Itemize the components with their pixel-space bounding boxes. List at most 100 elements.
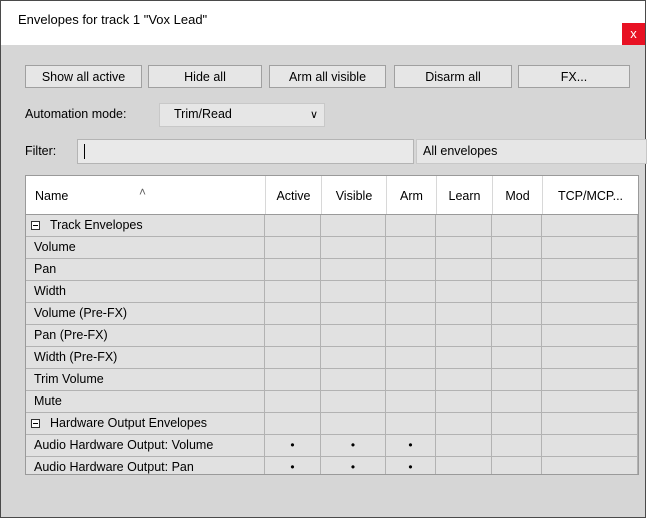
envelope-arm-cell[interactable]: • [386,457,436,474]
collapse-toggle-icon[interactable] [31,419,40,428]
envelope-learn-cell[interactable] [436,347,492,369]
table-row[interactable]: Volume [26,237,638,259]
table-row[interactable]: Width (Pre-FX) [26,347,638,369]
column-header-name[interactable]: Name ˄ [26,176,265,214]
envelope-visible-cell[interactable] [321,347,386,369]
group-row[interactable]: Hardware Output Envelopes [26,413,638,435]
table-row[interactable]: Audio Hardware Output: Volume • • • [26,435,638,457]
filter-scope-select[interactable]: All envelopes [416,139,647,164]
envelope-visible-cell[interactable] [321,303,386,325]
envelope-learn-cell[interactable] [436,391,492,413]
envelope-arm-cell[interactable] [386,347,436,369]
title-bar[interactable]: Envelopes for track 1 "Vox Lead" x [1,1,645,45]
filter-input[interactable] [77,139,414,164]
envelope-active-cell[interactable] [265,369,321,391]
envelope-visible-cell[interactable]: • [321,435,386,457]
envelope-mod-cell[interactable] [492,369,542,391]
envelope-active-cell[interactable] [265,259,321,281]
envelope-name-cell: Width (Pre-FX) [26,347,265,369]
envelope-learn-cell[interactable] [436,435,492,457]
envelope-visible-cell[interactable] [321,281,386,303]
envelope-name-cell: Mute [26,391,265,413]
envelope-tcp-cell[interactable] [542,325,638,347]
envelope-learn-cell[interactable] [436,457,492,474]
envelope-learn-cell[interactable] [436,369,492,391]
envelope-arm-cell[interactable] [386,369,436,391]
table-header: Name ˄ Active Visible Arm Learn Mod TCP/… [26,176,638,215]
envelope-mod-cell[interactable] [492,237,542,259]
column-header-learn[interactable]: Learn [436,176,492,214]
envelope-active-cell[interactable] [265,237,321,259]
envelope-mod-cell[interactable] [492,303,542,325]
envelope-tcp-cell[interactable] [542,435,638,457]
envelope-arm-cell[interactable] [386,259,436,281]
envelope-tcp-cell[interactable] [542,303,638,325]
envelope-visible-cell[interactable]: • [321,457,386,474]
envelope-active-cell[interactable] [265,391,321,413]
envelope-name: Pan [34,262,57,276]
envelope-tcp-cell[interactable] [542,281,638,303]
envelope-active-cell[interactable] [265,303,321,325]
group-arm-cell [386,413,436,435]
envelope-active-cell[interactable] [265,281,321,303]
collapse-toggle-icon[interactable] [31,221,40,230]
envelope-tcp-cell[interactable] [542,237,638,259]
envelope-visible-cell[interactable] [321,259,386,281]
table-row[interactable]: Trim Volume [26,369,638,391]
envelope-table[interactable]: Name ˄ Active Visible Arm Learn Mod TCP/… [25,175,639,475]
envelope-active-cell[interactable] [265,325,321,347]
envelope-arm-cell[interactable] [386,325,436,347]
envelope-tcp-cell[interactable] [542,457,638,474]
table-row[interactable]: Pan (Pre-FX) [26,325,638,347]
envelope-tcp-cell[interactable] [542,391,638,413]
envelope-tcp-cell[interactable] [542,369,638,391]
table-row[interactable]: Audio Hardware Output: Pan • • • [26,457,638,474]
envelope-active-cell[interactable] [265,347,321,369]
table-row[interactable]: Pan [26,259,638,281]
column-header-tcp-mcp[interactable]: TCP/MCP... [542,176,638,214]
table-row[interactable]: Width [26,281,638,303]
group-row[interactable]: Track Envelopes [26,215,638,237]
envelope-mod-cell[interactable] [492,457,542,474]
envelope-visible-cell[interactable] [321,391,386,413]
table-row[interactable]: Mute [26,391,638,413]
table-row[interactable]: Volume (Pre-FX) [26,303,638,325]
envelope-learn-cell[interactable] [436,237,492,259]
envelope-arm-cell[interactable]: • [386,435,436,457]
envelope-mod-cell[interactable] [492,259,542,281]
hide-all-button[interactable]: Hide all [148,65,262,88]
envelope-learn-cell[interactable] [436,259,492,281]
envelope-mod-cell[interactable] [492,281,542,303]
column-header-visible[interactable]: Visible [321,176,386,214]
envelope-visible-cell[interactable] [321,369,386,391]
envelope-tcp-cell[interactable] [542,259,638,281]
envelope-arm-cell[interactable] [386,281,436,303]
envelope-mod-cell[interactable] [492,325,542,347]
envelope-name: Width (Pre-FX) [34,350,118,364]
group-learn-cell [436,215,492,237]
envelope-visible-cell[interactable] [321,237,386,259]
envelope-arm-cell[interactable] [386,391,436,413]
envelope-tcp-cell[interactable] [542,347,638,369]
envelope-learn-cell[interactable] [436,325,492,347]
envelope-arm-cell[interactable] [386,237,436,259]
arm-all-visible-button[interactable]: Arm all visible [269,65,386,88]
column-header-active[interactable]: Active [265,176,321,214]
envelope-learn-cell[interactable] [436,281,492,303]
fx-button[interactable]: FX... [518,65,630,88]
window-title: Envelopes for track 1 "Vox Lead" [18,12,208,27]
envelope-arm-cell[interactable] [386,303,436,325]
show-all-active-button[interactable]: Show all active [25,65,142,88]
envelope-mod-cell[interactable] [492,347,542,369]
envelope-mod-cell[interactable] [492,435,542,457]
envelope-active-cell[interactable]: • [265,457,321,474]
column-header-arm[interactable]: Arm [386,176,436,214]
disarm-all-button[interactable]: Disarm all [394,65,512,88]
envelope-mod-cell[interactable] [492,391,542,413]
automation-mode-select[interactable]: Trim/Read ∨ [159,103,325,127]
envelope-active-cell[interactable]: • [265,435,321,457]
envelope-learn-cell[interactable] [436,303,492,325]
column-header-mod[interactable]: Mod [492,176,542,214]
close-button[interactable]: x [622,23,645,45]
envelope-visible-cell[interactable] [321,325,386,347]
